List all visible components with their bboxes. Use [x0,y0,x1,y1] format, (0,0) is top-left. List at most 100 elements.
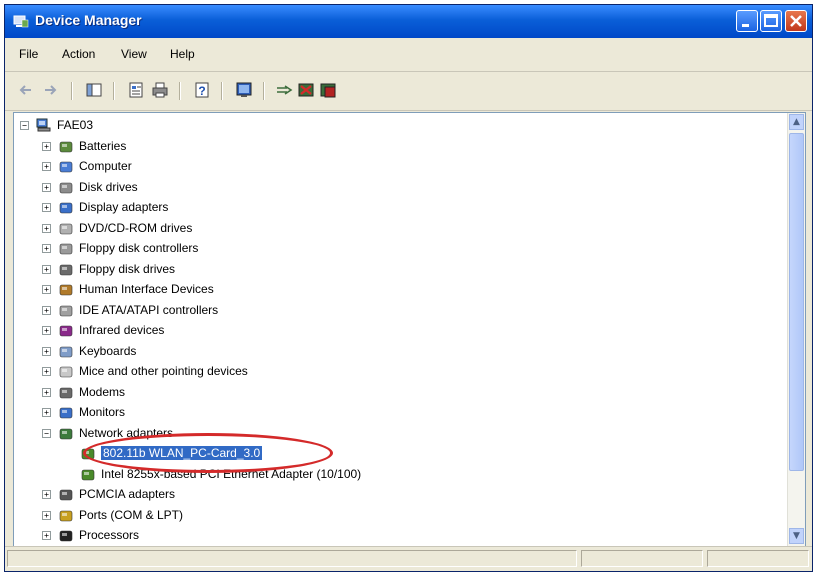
hid-icon [59,284,73,296]
expand-icon[interactable]: + [42,367,51,376]
tree-item-label: Keyboards [79,343,137,358]
toolbar: ? [5,72,812,111]
tree-item-label: DVD/CD-ROM drives [79,220,193,235]
menu-help[interactable]: Help [170,47,195,61]
expand-icon[interactable]: + [42,162,51,171]
tree-category-item[interactable]: + Disk drives [14,178,774,198]
toolbar-separator [113,82,115,100]
back-arrow-icon[interactable] [17,81,35,99]
close-icon [790,15,802,27]
tree-category-item[interactable]: + DVD/CD-ROM drives [14,219,774,239]
cdrom-icon [59,223,73,234]
tree-category-item[interactable]: + Keyboards [14,342,774,362]
expand-icon[interactable]: + [42,346,51,356]
tree-item-label: Mice and other pointing devices [79,364,248,378]
scroll-thumb[interactable] [789,133,804,471]
expand-icon[interactable]: + [42,490,51,499]
mouse-icon [59,366,73,378]
network-adapter-icon [59,428,73,439]
expand-icon[interactable]: + [42,285,51,294]
expand-icon[interactable]: + [42,203,51,212]
minimize-button[interactable] [736,10,758,32]
status-bar [5,546,812,571]
uninstall-icon[interactable] [297,81,315,99]
processor-icon [59,530,73,542]
show-hide-tree-icon[interactable] [85,81,103,99]
expand-icon[interactable]: + [42,387,51,397]
collapse-icon[interactable]: − [42,428,51,438]
tree-category-item[interactable]: + Batteries [14,137,774,157]
infrared-icon [59,325,73,337]
tree-item-label: Display adapters [79,200,169,214]
print-icon[interactable] [151,81,169,99]
minimize-icon [742,24,749,27]
collapse-icon[interactable]: − [20,121,29,130]
expand-icon[interactable]: + [42,244,51,253]
chevron-down-icon: ▼ [793,531,800,541]
tree-item-label: IDE ATA/ATAPI controllers [79,302,219,317]
toolbar-separator [221,82,223,100]
tree-category-item[interactable]: + Display adapters [14,198,774,218]
tree-root-label: FAE03 [57,118,94,132]
title-bar[interactable]: Device Manager [5,5,812,38]
expand-icon[interactable]: + [42,510,51,520]
expand-icon[interactable]: + [42,326,51,335]
tree-item-label: Processors [79,528,140,542]
update-driver-icon[interactable] [235,81,253,99]
device-tree[interactable]: − FAE03 + Batteries + Computer + Disk drives +… [14,113,789,546]
expand-icon[interactable]: + [42,408,51,417]
expand-icon[interactable]: + [42,264,51,274]
vertical-scrollbar[interactable]: ▲ ▼ [787,113,805,546]
tree-category-item[interactable]: + Computer [14,157,774,177]
help-icon[interactable]: ? [193,81,211,99]
properties-icon[interactable] [127,81,145,99]
svg-text:?: ? [198,84,205,98]
scan-hardware-icon[interactable] [275,81,293,99]
tree-category-item[interactable]: + Floppy disk drives [14,260,774,280]
ide-controller-icon [59,305,73,316]
tree-item-label: Computer [79,159,132,173]
battery-icon [59,141,73,152]
scroll-down-button[interactable]: ▼ [789,528,804,544]
tree-category-item[interactable]: + Modems [14,383,774,403]
expand-icon[interactable]: + [42,223,51,233]
menu-view[interactable]: View [121,47,147,61]
close-button[interactable] [785,10,807,32]
disk-drive-icon [59,182,73,193]
disable-icon[interactable] [319,81,337,99]
tree-category-item[interactable]: + Floppy disk controllers [14,239,774,259]
status-pane-3 [707,550,809,567]
toolbar-separator [71,82,73,100]
tree-category-item[interactable]: + IDE ATA/ATAPI controllers [14,301,774,321]
menu-action[interactable]: Action [62,47,95,61]
expand-icon[interactable]: + [42,182,51,192]
expand-icon[interactable]: + [42,531,51,540]
tree-item-label: Modems [79,384,126,399]
expand-icon[interactable]: + [42,305,51,315]
keyboard-icon [59,346,73,357]
maximize-icon [764,14,778,27]
device-manager-window: Device Manager File Action View Help ? −… [4,4,813,572]
display-adapter-icon [59,202,73,214]
tree-category-item[interactable]: + Mice and other pointing devices [14,362,774,382]
device-manager-icon [13,15,29,28]
tree-category-item[interactable]: + Human Interface Devices [14,280,774,300]
tree-category-item[interactable]: + Processors [14,526,774,546]
tree-category-item[interactable]: + PCMCIA adapters [14,485,774,505]
tree-root[interactable]: − FAE03 [14,116,314,136]
device-tree-pane[interactable]: − FAE03 + Batteries + Computer + Disk drives +… [13,112,806,547]
expand-icon[interactable]: + [42,141,51,151]
scroll-up-button[interactable]: ▲ [789,114,804,130]
forward-arrow-icon[interactable] [41,81,59,99]
tree-item-label: Infrared devices [79,323,165,337]
toolbar-separator [179,82,181,100]
toolbar-separator [263,82,265,100]
tree-item-label: Floppy disk controllers [79,241,199,255]
menu-file[interactable]: File [19,47,38,61]
tree-category-item[interactable]: + Monitors [14,403,774,423]
maximize-button[interactable] [760,10,782,32]
computer-icon [59,161,73,173]
tree-category-item[interactable]: + Infrared devices [14,321,774,341]
highlight-annotation [83,433,333,473]
tree-category-item[interactable]: + Ports (COM & LPT) [14,506,774,526]
